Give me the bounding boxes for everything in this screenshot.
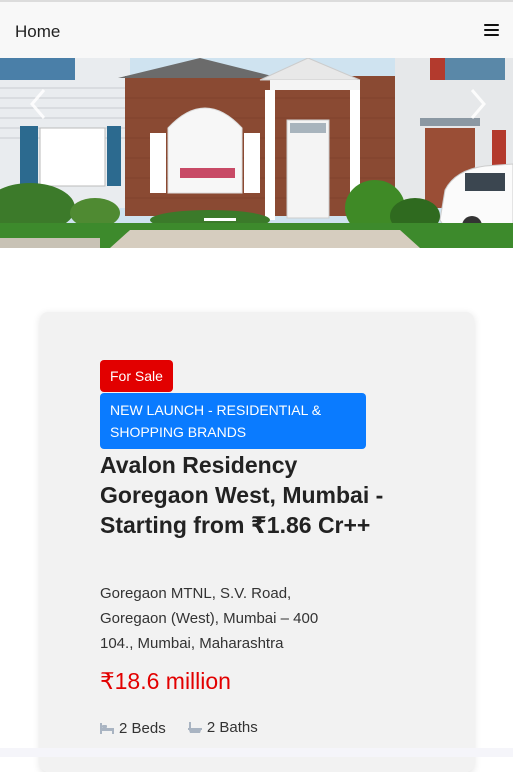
bed-icon [100,722,114,734]
bottom-strip [0,748,513,757]
baths-feature: 2 Baths [187,719,258,736]
carousel-prev-icon[interactable] [26,86,54,122]
property-address: Goregaon MTNL, S.V. Road, Goregaon (West… [100,585,319,652]
status-badge: For Sale [100,360,173,392]
beds-label: 2 Beds [119,719,166,737]
hero-house-image [0,58,513,248]
beds-feature: 2 Beds [100,720,166,737]
property-title[interactable]: Avalon Residency Goregaon West, Mumbai -… [100,450,390,540]
navbar: Home [0,2,513,58]
category-badge: NEW LAUNCH - RESIDENTIAL & SHOPPING BRAN… [100,393,366,449]
carousel-next-icon[interactable] [462,86,490,122]
carousel-indicator-active[interactable] [204,218,236,221]
hero-carousel [0,58,513,248]
baths-label: 2 Baths [206,719,258,736]
bathtub-icon [187,721,202,733]
nav-home-link[interactable]: Home [15,22,60,42]
hamburger-menu-icon[interactable] [484,23,499,37]
property-features: 2 Beds 2 Baths [100,719,276,738]
property-card: For Sale NEW LAUNCH - RESIDENTIAL & SHOP… [40,312,474,772]
property-price: ₹18.6 million [100,668,231,694]
